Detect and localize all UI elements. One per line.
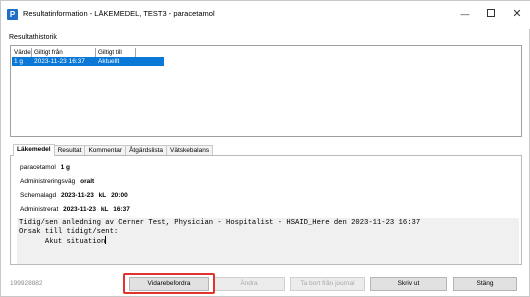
result-info-window: P Resultatinformation - LÄKEMEDEL, TEST3… <box>0 0 530 297</box>
close-button[interactable]: Stäng <box>453 277 517 291</box>
history-cell-value: 1 g <box>14 58 24 65</box>
comment-line-2: Orsak till tidigt/sent: <box>19 227 119 236</box>
remove-from-journal-button[interactable]: Ta bort från journal <box>290 277 365 291</box>
history-header: Värde Giltigt från Giltigt till <box>12 48 136 57</box>
history-cell-valid-to: Aktuellt <box>98 58 120 65</box>
history-list[interactable]: Värde Giltigt från Giltigt till 1 g 2023… <box>10 45 522 137</box>
scheduled-label: Schemalagd <box>20 192 57 199</box>
close-window-button[interactable]: ✕ <box>504 5 530 23</box>
route-line: Administreringsväg oralt <box>20 178 94 185</box>
column-header-valid-to[interactable]: Giltigt till <box>96 48 136 57</box>
app-icon: P <box>7 9 18 20</box>
column-header-valid-from[interactable]: Giltigt från <box>32 48 96 57</box>
drug-line: paracetamol 1 g <box>20 164 70 171</box>
administered-date: 2023-11-23 <box>63 206 96 213</box>
print-button[interactable]: Skriv ut <box>370 277 447 291</box>
record-id: 199928882 <box>10 280 43 287</box>
drug-name: paracetamol <box>20 164 56 171</box>
minimize-button[interactable]: — <box>452 5 478 23</box>
window-title: Resultatinformation - LÄKEMEDEL, TEST3 -… <box>23 9 215 18</box>
route-value: oralt <box>80 178 95 185</box>
administered-line: Administrerat 2023-11-23 kL 16:37 <box>20 206 130 213</box>
scheduled-kl: kL <box>98 192 107 199</box>
comment-line-3-text: Akut situation <box>19 238 106 246</box>
column-header-value[interactable]: Värde <box>12 48 32 57</box>
history-cell-valid-from: 2023-11-23 16:37 <box>34 58 85 65</box>
history-group-label: Resultathistorik <box>9 34 57 41</box>
maximize-button[interactable] <box>478 5 504 23</box>
comment-line-3: Akut situation <box>19 236 517 247</box>
history-row-selected[interactable]: 1 g 2023-11-23 16:37 Aktuellt <box>12 57 164 66</box>
maximize-icon <box>487 9 495 18</box>
highlight-frame <box>123 273 215 294</box>
drug-dose: 1 g <box>60 164 70 171</box>
title-bar: P Resultatinformation - LÄKEMEDEL, TEST3… <box>1 1 530 29</box>
administered-label: Administrerat <box>20 206 59 213</box>
scheduled-line: Schemalagd 2023-11-23 kL 20:00 <box>20 192 128 199</box>
administered-time: 16:37 <box>113 206 130 213</box>
scheduled-time: 20:00 <box>111 192 128 199</box>
comment-line-1: Tidig/sen anledning av Cerner Test, Phys… <box>19 219 421 227</box>
administered-kl: kL <box>100 206 109 213</box>
change-button[interactable]: Ändra <box>213 277 285 291</box>
tab-lakemedel[interactable]: Läkemedel <box>13 144 55 156</box>
medication-panel: paracetamol 1 g Administreringsväg oralt… <box>10 155 522 265</box>
text-caret <box>105 236 107 244</box>
scheduled-date: 2023-11-23 <box>60 192 94 199</box>
route-label: Administreringsväg <box>20 178 76 185</box>
comment-textarea[interactable]: Tidig/sen anledning av Cerner Test, Phys… <box>17 218 519 264</box>
